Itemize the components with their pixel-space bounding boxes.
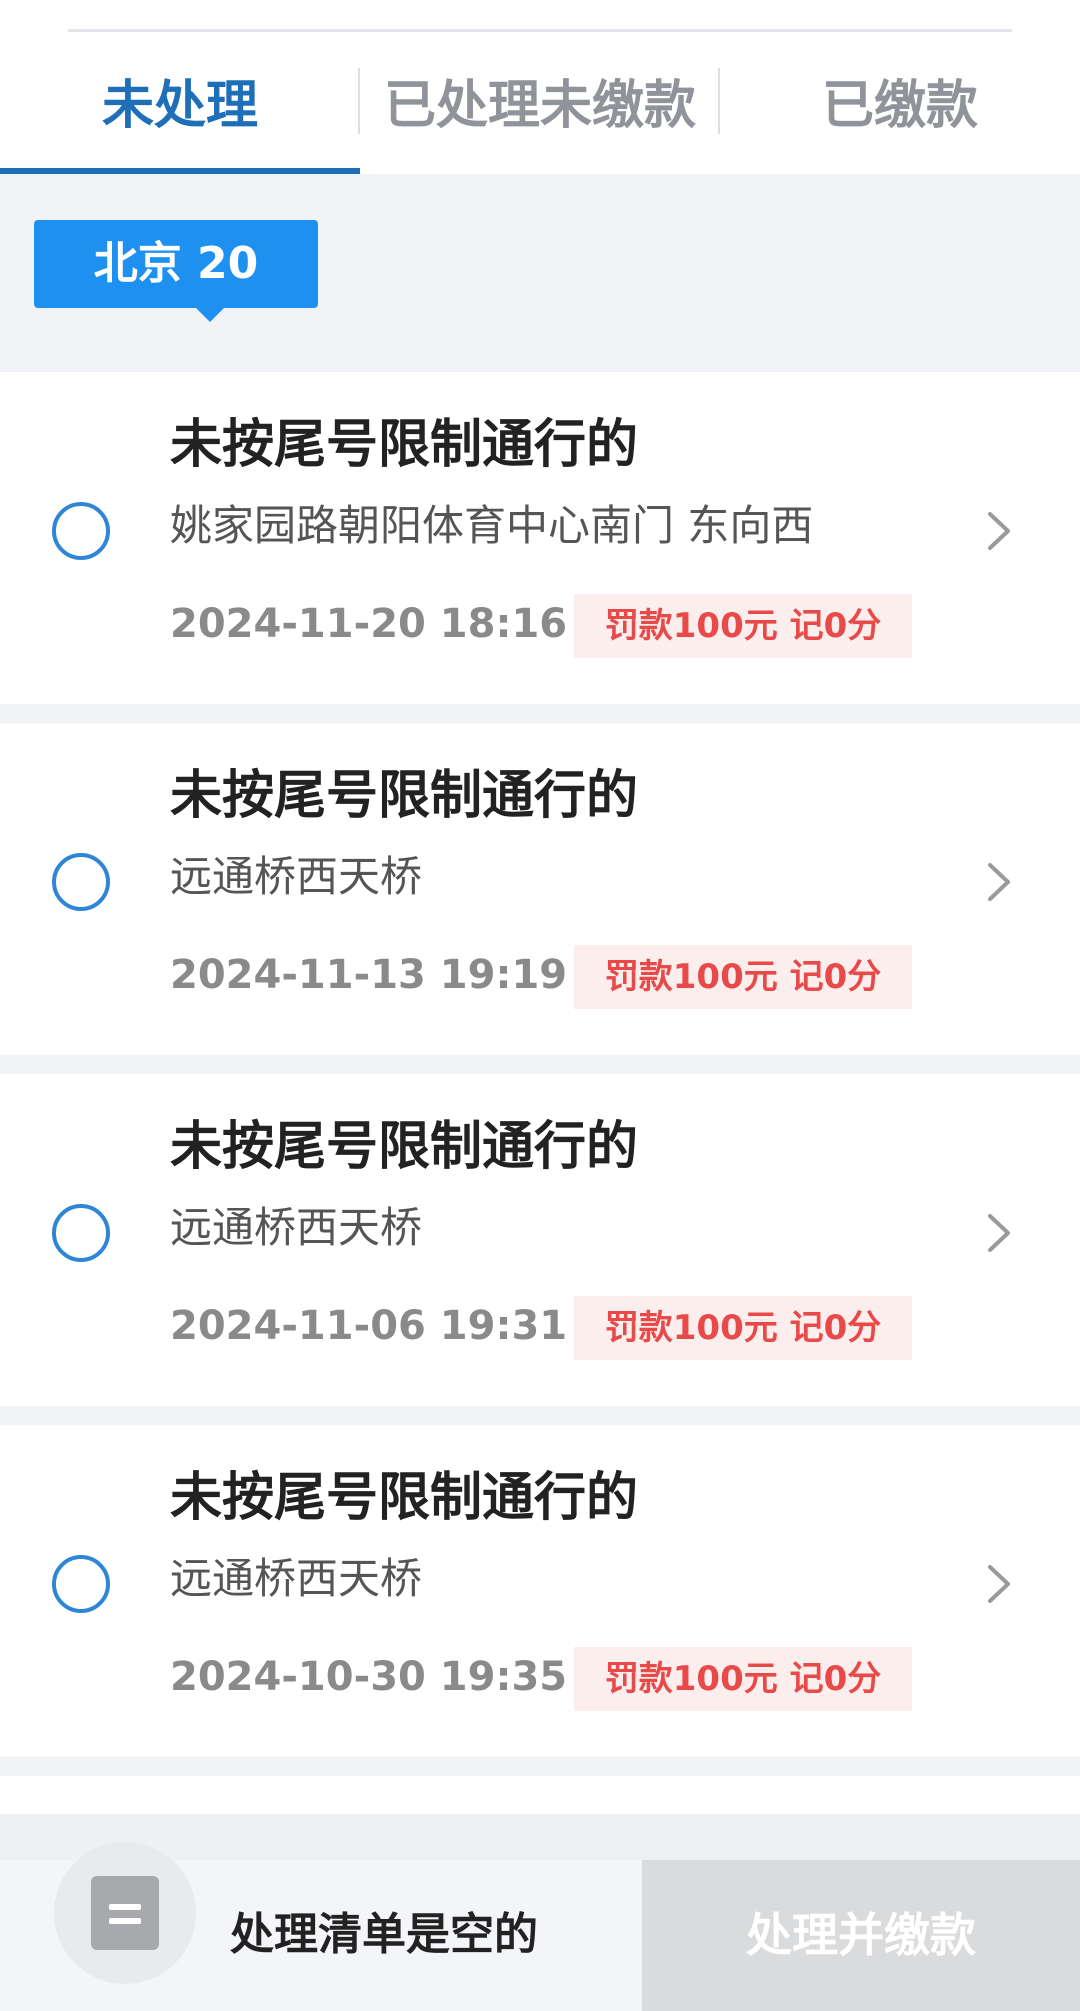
violation-card[interactable]: 未按尾号限制通行的 远通桥西天桥 2024-11-13 19:19 罚款100元… <box>0 723 1080 1055</box>
plate-selector[interactable]: 北京 20 <box>34 220 318 322</box>
violation-title: 未按尾号限制通行的 <box>170 1117 639 1177</box>
tab-unprocessed[interactable]: 未处理 <box>0 66 360 146</box>
status-tabbar: 未处理 已处理未缴款 已缴款 <box>0 0 1080 174</box>
checklist-empty-label: 处理清单是空的 <box>230 1909 538 1960</box>
violation-list-page: 未处理 已处理未缴款 已缴款 北京 20 未按尾号限制通行的 姚家园路朝阳体育中… <box>0 0 1080 2011</box>
violation-card-partial <box>0 1776 1080 1816</box>
violation-time: 2024-11-13 19:19 <box>170 952 568 998</box>
divider <box>68 29 1012 32</box>
document-icon <box>91 1876 159 1950</box>
plate-label: 北京 20 <box>93 238 259 289</box>
chevron-right-icon[interactable] <box>976 1561 1022 1607</box>
penalty-badge: 罚款100元 记0分 <box>574 1647 912 1711</box>
chevron-right-icon[interactable] <box>976 508 1022 554</box>
select-radio[interactable] <box>52 1204 110 1262</box>
penalty-badge: 罚款100元 记0分 <box>574 1296 912 1360</box>
active-tab-indicator <box>0 168 360 174</box>
violation-time: 2024-10-30 19:35 <box>170 1654 568 1700</box>
select-radio[interactable] <box>52 853 110 911</box>
tab-paid[interactable]: 已缴款 <box>720 66 1080 146</box>
process-and-pay-button[interactable]: 处理并缴款 <box>642 1860 1080 2011</box>
violation-location: 姚家园路朝阳体育中心南门 东向西 <box>170 501 814 550</box>
violation-location: 远通桥西天桥 <box>170 852 423 901</box>
violation-card[interactable]: 未按尾号限制通行的 远通桥西天桥 2024-10-30 19:35 罚款100元… <box>0 1425 1080 1757</box>
penalty-badge: 罚款100元 记0分 <box>574 945 912 1009</box>
violation-location: 远通桥西天桥 <box>170 1203 423 1252</box>
violation-title: 未按尾号限制通行的 <box>170 415 639 475</box>
penalty-badge: 罚款100元 记0分 <box>574 594 912 658</box>
tab-processed-unpaid[interactable]: 已处理未缴款 <box>360 66 720 146</box>
violation-location: 远通桥西天桥 <box>170 1554 423 1603</box>
select-radio[interactable] <box>52 1555 110 1613</box>
violation-title: 未按尾号限制通行的 <box>170 766 639 826</box>
violation-time: 2024-11-20 18:16 <box>170 601 568 647</box>
violation-card[interactable]: 未按尾号限制通行的 姚家园路朝阳体育中心南门 东向西 2024-11-20 18… <box>0 372 1080 704</box>
select-radio[interactable] <box>52 502 110 560</box>
chevron-right-icon[interactable] <box>976 1210 1022 1256</box>
plate-pointer <box>196 308 224 322</box>
violation-time: 2024-11-06 19:31 <box>170 1303 568 1349</box>
violation-card[interactable]: 未按尾号限制通行的 远通桥西天桥 2024-11-06 19:31 罚款100元… <box>0 1074 1080 1406</box>
chevron-right-icon[interactable] <box>976 859 1022 905</box>
violation-title: 未按尾号限制通行的 <box>170 1468 639 1528</box>
